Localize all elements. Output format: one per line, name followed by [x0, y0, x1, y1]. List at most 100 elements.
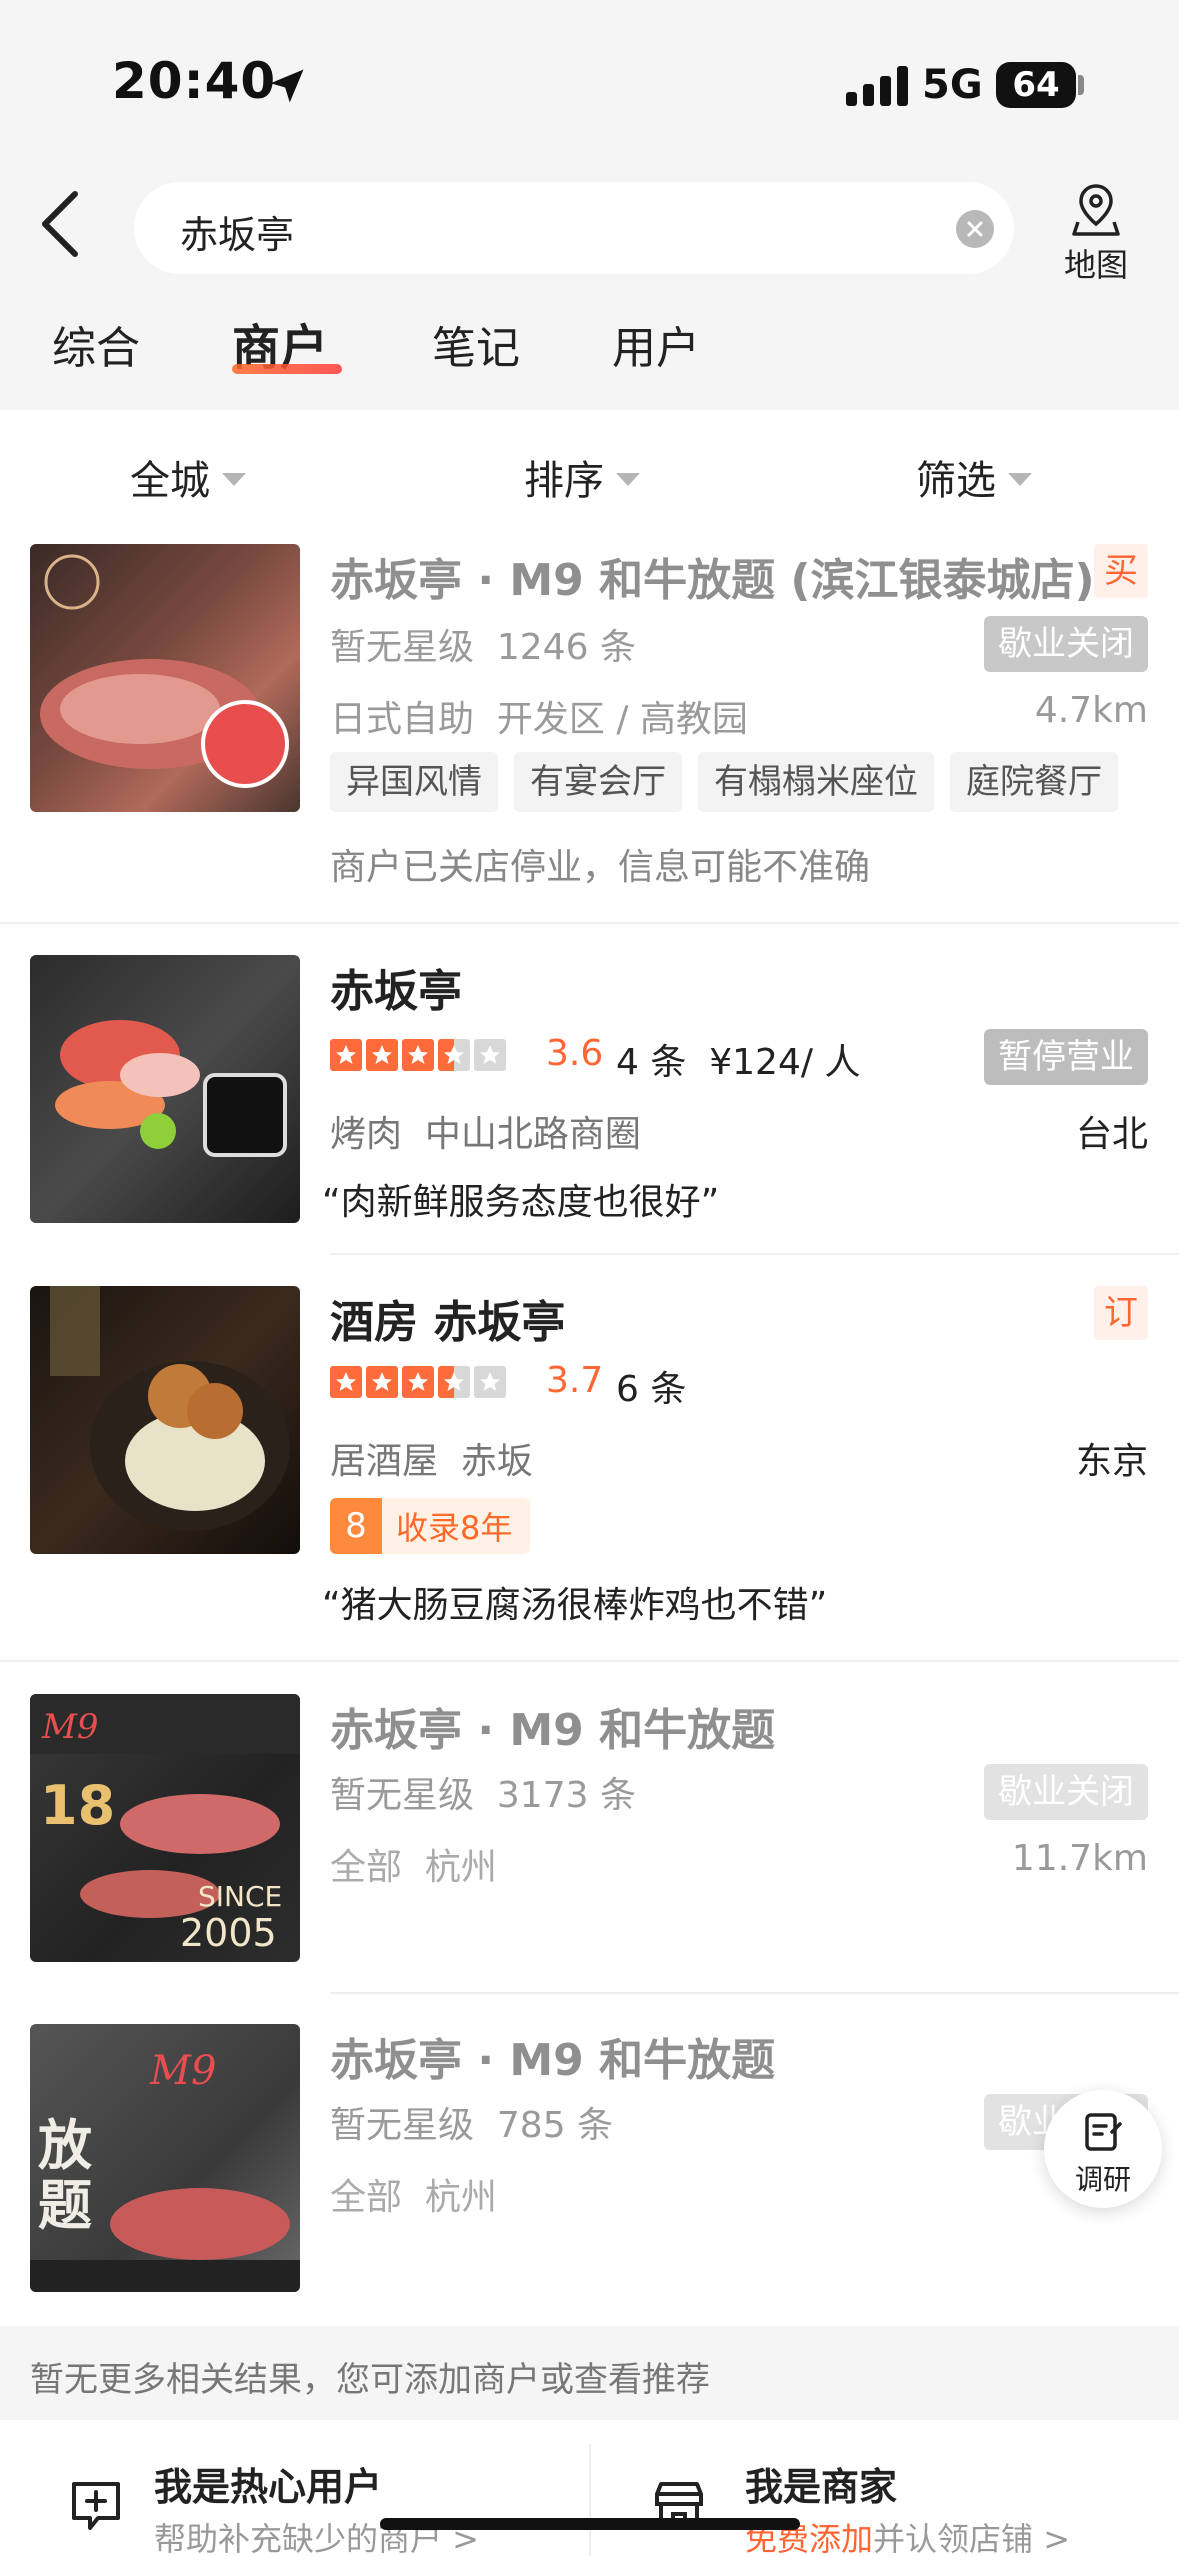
tab-users[interactable]: 用户	[612, 312, 700, 376]
rating-score: 3.7	[546, 1360, 604, 1401]
no-more-results-text: 暂无更多相关结果，您可添加商户或查看推荐	[30, 2360, 710, 2400]
buy-badge: 买	[1094, 544, 1148, 598]
svg-text:M9: M9	[41, 1707, 98, 1747]
half-star-icon	[438, 1039, 470, 1071]
filter-screen-label: 筛选	[916, 458, 996, 504]
tab-all[interactable]: 综合	[52, 312, 140, 376]
star-rating	[330, 1039, 506, 1071]
caret-down-icon	[1008, 472, 1032, 486]
area: 开发区 / 高教园	[496, 699, 748, 740]
result-card[interactable]: 赤坂亭 · M9 和牛放题 (滨江银泰城店) 买 暂无星级 1246 条 歇业关…	[0, 544, 1179, 924]
tag: 有宴会厅	[514, 752, 682, 812]
wagyu-image	[40, 554, 289, 788]
filter-screen[interactable]: 筛选	[916, 448, 1032, 506]
award-years: 8	[330, 1498, 382, 1554]
area: 赤坂	[460, 1441, 533, 1482]
restaurant-name[interactable]: 赤坂亭 · M9 和牛放题 (滨江银泰城店)	[330, 544, 1095, 608]
filter-sort-label: 排序	[524, 458, 604, 504]
no-rating-label: 暂无星级	[330, 627, 475, 668]
tab-notes[interactable]: 笔记	[432, 312, 520, 376]
restaurant-thumbnail	[30, 955, 300, 1223]
area: 杭州	[424, 2177, 497, 2218]
category-area: 全部 杭州	[330, 2168, 497, 2220]
research-float-button[interactable]: 调研	[1044, 2090, 1162, 2208]
result-card[interactable]: 赤坂亭 3.6 4 条 ¥124/ 人 暂停营业 烤肉 中山北路商圈 台北 “肉…	[0, 955, 1179, 1255]
star-rating	[330, 1366, 506, 1398]
clear-search-button[interactable]	[956, 210, 994, 248]
filter-city[interactable]: 全城	[130, 448, 246, 506]
tag: 异国风情	[330, 752, 498, 812]
category: 全部	[330, 2177, 403, 2218]
restaurant-name[interactable]: 酒房 赤坂亭	[330, 1286, 565, 1350]
restaurant-thumbnail	[30, 1286, 300, 1554]
close-icon	[967, 221, 983, 237]
filter-city-label: 全城	[130, 458, 210, 504]
category-area: 烤肉 中山北路商圈	[330, 1105, 641, 1157]
review-count: 785 条	[496, 2105, 614, 2146]
status-badge: 歇业关闭	[984, 616, 1148, 672]
distance: 4.7km	[1034, 690, 1148, 731]
battery-tip	[1078, 75, 1084, 95]
wagyu-grill-image: M9 放 题	[30, 2048, 300, 2292]
area: 杭州	[424, 1847, 497, 1888]
star-icon	[330, 1039, 362, 1071]
star-icon	[366, 1039, 398, 1071]
chevron-left-icon	[42, 191, 78, 257]
review-quote: “猪大肠豆腐汤很棒炸鸡也不错”	[322, 1585, 828, 1626]
map-pin-icon	[1072, 184, 1120, 236]
category: 居酒屋	[330, 1441, 439, 1482]
claim-store-text: 并认领店铺 >	[873, 2520, 1071, 2556]
city: 台北	[1075, 1114, 1148, 1155]
wagyu-platter-image: M9 18 SINCE 2005	[30, 1694, 300, 1955]
add-feedback-icon	[72, 2482, 120, 2530]
review-price: 4 条 ¥124/ 人	[616, 1033, 860, 1085]
location-arrow-icon	[270, 69, 304, 103]
divider	[0, 1660, 1179, 1662]
rating-text: 暂无星级 785 条	[330, 2096, 613, 2148]
star-icon	[330, 1366, 362, 1398]
merchant-cta-title: 我是商家	[745, 2465, 898, 2509]
restaurant-name[interactable]: 赤坂亭	[330, 955, 462, 1019]
empty-star-icon	[474, 1366, 506, 1398]
tag: 有榻榻米座位	[698, 752, 934, 812]
svg-text:M9: M9	[149, 2048, 216, 2094]
star-icon	[402, 1039, 434, 1071]
review-count: 1246 条	[496, 627, 636, 668]
status-badge: 歇业关闭	[984, 1764, 1148, 1820]
category: 日式自助	[330, 699, 475, 740]
add-merchant-user-cta[interactable]: 我是热心用户 帮助补充缺少的商户 >	[0, 2420, 589, 2556]
divider	[330, 1992, 1179, 1994]
half-star-icon	[438, 1366, 470, 1398]
back-button[interactable]	[30, 184, 100, 274]
svg-text:SINCE: SINCE	[198, 1880, 282, 1913]
search-input[interactable]: 赤坂亭	[134, 182, 1014, 274]
category-area: 居酒屋 赤坂	[330, 1432, 533, 1484]
divider	[0, 922, 1179, 924]
star-icon	[402, 1366, 434, 1398]
restaurant-name[interactable]: 赤坂亭 · M9 和牛放题	[330, 2024, 775, 2088]
no-rating-label: 暂无星级	[330, 2105, 475, 2146]
closed-notice: 商户已关店停业，信息可能不准确	[330, 847, 871, 888]
result-card[interactable]: M9 18 SINCE 2005 赤坂亭 · M9 和牛放题 暂无星级 3173…	[0, 1694, 1179, 1994]
rating-score: 3.6	[546, 1033, 604, 1074]
research-label: 调研	[1074, 2163, 1131, 2196]
result-card[interactable]: 酒房 赤坂亭 订 3.7 6 条 居酒屋 赤坂 东京 8 收录8年 “猪大肠豆腐…	[0, 1286, 1179, 1656]
filter-sort[interactable]: 排序	[524, 448, 640, 506]
home-indicator[interactable]	[380, 2518, 800, 2530]
restaurant-thumbnail: M9 放 题	[30, 2024, 300, 2292]
caret-down-icon	[616, 472, 640, 486]
active-tab-indicator	[232, 364, 342, 374]
review-count: 6 条	[616, 1369, 687, 1410]
merchant-claim-cta[interactable]: 我是商家 免费添加并认领店铺 >	[591, 2420, 1179, 2556]
no-more-results-bar: 暂无更多相关结果，您可添加商户或查看推荐	[0, 2326, 1179, 2420]
category: 全部	[330, 1847, 403, 1888]
svg-text:题: 题	[38, 2173, 92, 2237]
restaurant-name[interactable]: 赤坂亭 · M9 和牛放题	[330, 1694, 775, 1758]
award-badge: 8 收录8年	[330, 1498, 531, 1554]
map-button[interactable]: 地图	[1050, 180, 1142, 290]
result-card[interactable]: M9 放 题 赤坂亭 · M9 和牛放题 暂无星级 785 条 歇业关闭 全部 …	[0, 2024, 1179, 2324]
rating-text: 暂无星级 3173 条	[330, 1766, 636, 1818]
empty-star-icon	[474, 1039, 506, 1071]
area: 中山北路商圈	[424, 1114, 641, 1155]
reserve-badge: 订	[1094, 1286, 1148, 1340]
